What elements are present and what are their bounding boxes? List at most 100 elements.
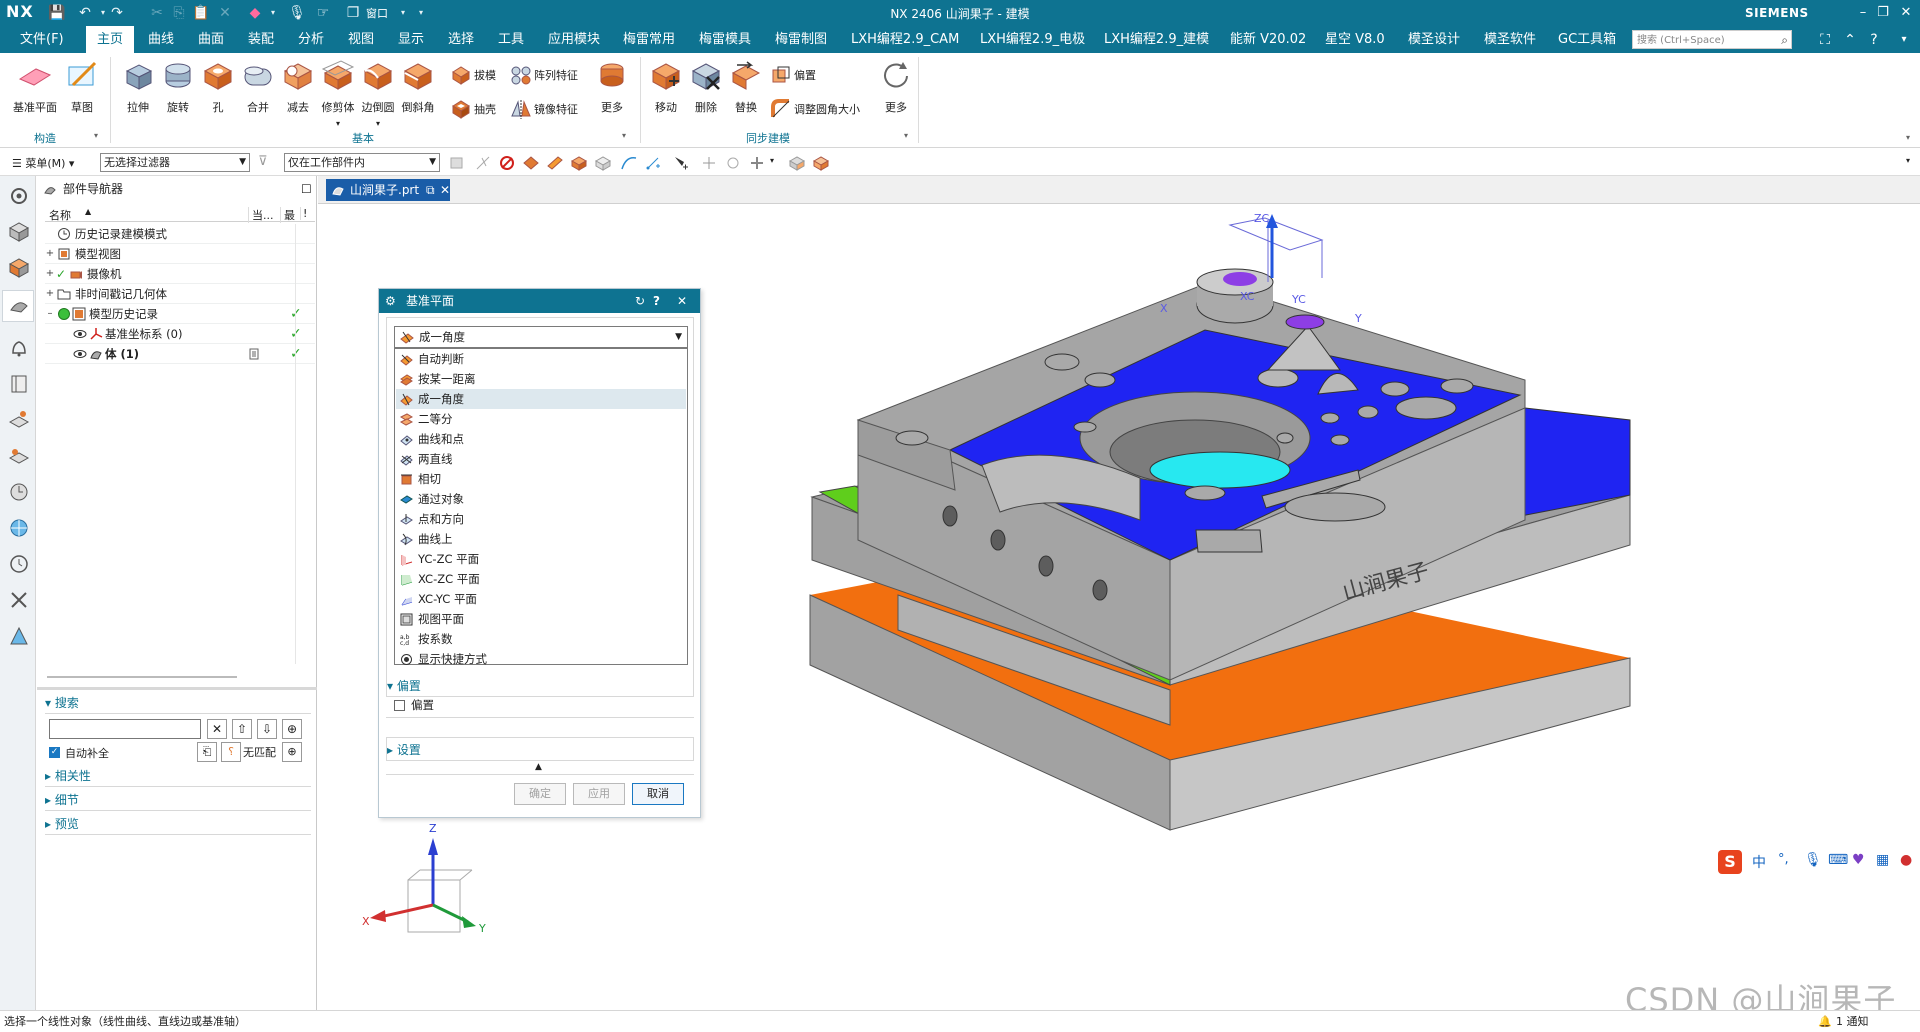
collapse-ribbon-icon[interactable]: ⌃ xyxy=(1840,30,1860,50)
option-curves-and-points[interactable]: 曲线和点 xyxy=(396,429,686,449)
option-tangent[interactable]: 相切 xyxy=(396,469,686,489)
mirror-feature-button[interactable]: 镜像特征 xyxy=(510,97,578,121)
apply-button[interactable]: 应用 xyxy=(573,783,625,805)
ime-avatar-icon[interactable]: ● xyxy=(1900,852,1912,868)
tab-meilei-mold[interactable]: 梅雷模具 xyxy=(699,26,751,53)
collapse-icon[interactable]: – xyxy=(45,304,55,324)
option-xc-yc-plane[interactable]: XC-YC 平面 xyxy=(396,589,686,609)
point-icon[interactable] xyxy=(644,154,662,172)
trim-body-button[interactable]: 修剪体 xyxy=(318,59,358,115)
option-at-distance[interactable]: 按某一距离 xyxy=(396,369,686,389)
option-two-lines[interactable]: 两直线 xyxy=(396,449,686,469)
option-on-curve[interactable]: 曲线上 xyxy=(396,529,686,549)
assembly-navigator-icon[interactable] xyxy=(7,220,31,244)
pattern-feature-button[interactable]: 阵列特征 xyxy=(510,63,578,87)
unite-button[interactable]: 合并 xyxy=(238,59,278,115)
more-dropdown-icon[interactable]: ▾ xyxy=(770,156,774,165)
feature-icon[interactable] xyxy=(522,154,540,172)
tree-row[interactable]: – 模型历史记录 ✓ xyxy=(45,304,315,324)
ok-button[interactable]: 确定 xyxy=(514,783,566,805)
expand-icon[interactable]: + xyxy=(45,284,55,304)
tab-lxh-electrode[interactable]: LXH编程2.9_电极 xyxy=(980,26,1085,53)
draft-button[interactable]: 拔模 xyxy=(450,63,496,87)
tree-row[interactable]: 体 (1) ✓ xyxy=(45,344,315,364)
column-name[interactable]: 名称 xyxy=(49,207,71,223)
arrow-down-icon[interactable]: ⇩ xyxy=(257,719,277,739)
group-expand-icon[interactable]: ▾ xyxy=(904,131,908,140)
sketch-button[interactable]: 草图 xyxy=(62,59,102,115)
option-by-coefficients[interactable]: a,b c,d 按系数 xyxy=(396,629,686,649)
face-icon[interactable] xyxy=(546,154,564,172)
help-icon[interactable]: ? xyxy=(1864,30,1884,50)
type-filter-select[interactable]: 无选择过滤器 ▼ xyxy=(100,153,250,172)
tab-applications[interactable]: 应用模块 xyxy=(548,26,600,53)
details-section[interactable]: ▸ 细节 xyxy=(45,789,311,811)
toolbar-more-icon[interactable]: ▾ xyxy=(1906,156,1910,165)
bell-icon[interactable] xyxy=(7,336,31,360)
filter-reset-icon[interactable]: ⊽ xyxy=(258,154,276,172)
command-search-input[interactable]: 搜索 (Ctrl+Space) ⌕ xyxy=(1632,30,1792,49)
reset-icon[interactable]: ↻ xyxy=(635,289,645,313)
tab-surface[interactable]: 曲面 xyxy=(198,26,224,53)
ribbon-more-icon[interactable]: ▾ xyxy=(1906,133,1910,142)
revolve-button[interactable]: 旋转 xyxy=(158,59,198,115)
help-icon[interactable]: ? xyxy=(653,289,660,313)
delete-face-button[interactable]: 删除 xyxy=(686,59,726,115)
tree-row[interactable]: + ✓ 摄像机 xyxy=(45,264,315,284)
tab-part-file[interactable]: 山涧果子.prt ⧉ ✕ xyxy=(326,179,450,201)
tab-gc-toolbox[interactable]: GC工具箱 xyxy=(1558,26,1616,53)
constraint-navigator-icon[interactable] xyxy=(7,256,31,280)
select-all-icon[interactable] xyxy=(448,154,466,172)
skin-icon[interactable]: ♥ xyxy=(1852,852,1865,868)
tab-home[interactable]: 主页 xyxy=(86,26,134,53)
more-sync-button[interactable]: 更多 xyxy=(876,59,916,115)
shell-button[interactable]: 抽壳 xyxy=(450,97,496,121)
tree-row[interactable]: 历史记录建模模式 xyxy=(45,224,315,244)
offset-section-header[interactable]: ▾ 偏置 xyxy=(387,677,693,694)
edge-blend-button[interactable]: 边倒圆 xyxy=(358,59,398,115)
group-expand-icon[interactable]: ▾ xyxy=(94,131,98,140)
deselect-icon[interactable] xyxy=(474,154,492,172)
file-menu[interactable]: 文件(F) xyxy=(20,26,64,53)
clock-icon[interactable] xyxy=(7,552,31,576)
horizontal-scrollbar[interactable] xyxy=(47,676,237,678)
tab-close-icon[interactable]: ✕ xyxy=(440,179,450,201)
tree-row[interactable]: 基准坐标系 (0) ✓ xyxy=(45,324,315,344)
tab-assembly[interactable]: 装配 xyxy=(248,26,274,53)
tab-lxh-cam[interactable]: LXH编程2.9_CAM xyxy=(851,26,959,53)
point-method-icon[interactable] xyxy=(700,154,718,172)
gear-icon[interactable] xyxy=(7,184,31,208)
search-section[interactable]: ▾ 搜索 xyxy=(45,692,311,714)
hole-button[interactable]: 孔 xyxy=(198,59,238,115)
subtract-button[interactable]: 减去 xyxy=(278,59,318,115)
tab-view[interactable]: 视图 xyxy=(348,26,374,53)
option-xc-zc-plane[interactable]: XC-ZC 平面 xyxy=(396,569,686,589)
system-materials-icon[interactable] xyxy=(7,624,31,648)
preview-section[interactable]: ▸ 预览 xyxy=(45,813,311,835)
option-view-plane[interactable]: 视图平面 xyxy=(396,609,686,629)
offset-region-button[interactable]: 偏置 xyxy=(770,63,816,87)
ime-language-toggle[interactable]: 中 xyxy=(1752,852,1766,872)
tree-row[interactable]: + 模型视图 xyxy=(45,244,315,264)
column-latest[interactable]: 最 xyxy=(280,207,298,223)
option-inferred[interactable]: 自动判断 xyxy=(396,349,686,369)
body-icon[interactable] xyxy=(570,154,588,172)
option-bisector[interactable]: 二等分 xyxy=(396,409,686,429)
view-triad[interactable]: Z X Y xyxy=(362,822,486,935)
snap-grid-icon[interactable] xyxy=(724,154,742,172)
notification-count[interactable]: 1 通知 xyxy=(1836,1011,1869,1032)
expand-icon[interactable]: + xyxy=(45,264,55,284)
fullscreen-icon[interactable]: ⛶ xyxy=(1815,30,1835,50)
option-yc-zc-plane[interactable]: YC-ZC 平面 xyxy=(396,549,686,569)
tab-mosheng-software[interactable]: 模圣软件 xyxy=(1484,26,1536,53)
option-point-and-direction[interactable]: 点和方向 xyxy=(396,509,686,529)
tab-display[interactable]: 显示 xyxy=(398,26,424,53)
collapse-options-icon[interactable]: ▲ xyxy=(535,762,542,772)
tab-select[interactable]: 选择 xyxy=(448,26,474,53)
curve-icon[interactable] xyxy=(620,154,638,172)
search-settings-icon[interactable]: ⊕ xyxy=(282,742,302,762)
navigator-search-input[interactable] xyxy=(49,719,201,739)
punctuation-icon[interactable]: °, xyxy=(1778,852,1789,867)
tab-lxh-modeling[interactable]: LXH编程2.9_建模 xyxy=(1104,26,1209,53)
stop-icon[interactable] xyxy=(498,154,516,172)
